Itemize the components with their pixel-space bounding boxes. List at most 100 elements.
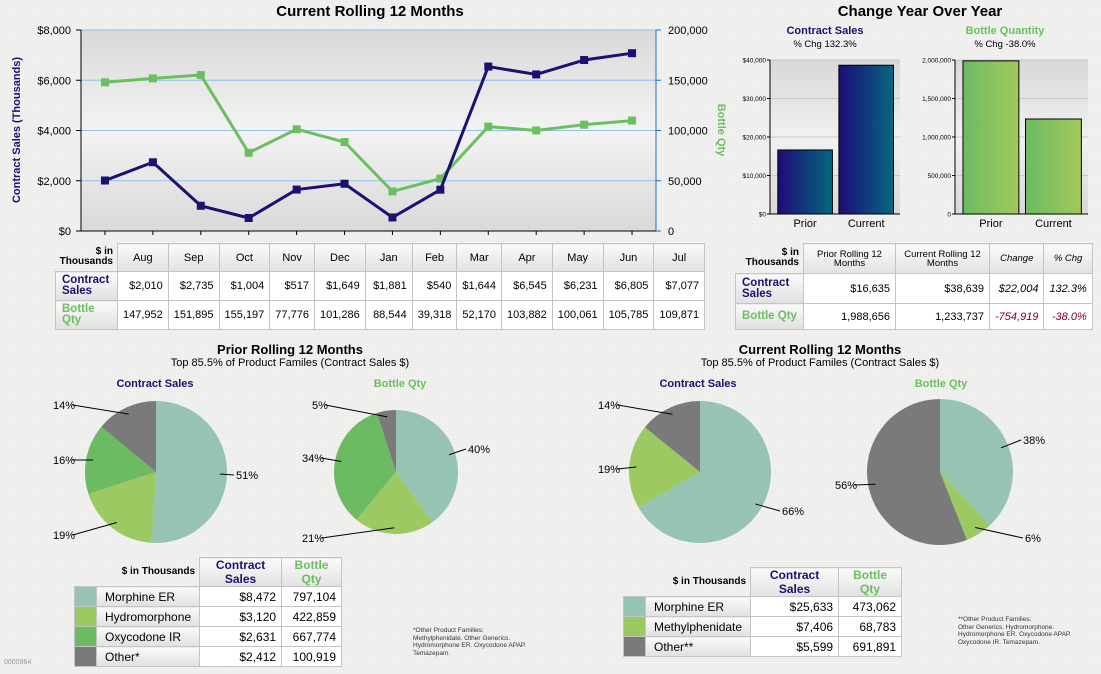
current-footnote: **Other Product Families: Other Generics.… [958,616,1072,646]
pie-value-label: 14% [53,400,75,412]
table-cell: $1,004 [218,271,271,301]
yoy-sales-title: Contract Sales [786,25,864,37]
y2-tick-label: 150,000 [668,75,708,87]
bottle-qty-point [580,120,589,129]
pie-leader-line [854,483,876,486]
bottle-qty-point [196,71,205,80]
bottle-qty-point [100,78,109,87]
table-cell: 132.3% [1043,273,1093,304]
month-header: May [551,243,604,272]
rolling-line-chart: $0 $2,000 $4,000 $6,000 $8,000 0 50,000 100,000… [11,25,727,238]
contract-sales-point [484,62,493,71]
table-cell: $6,545 [501,271,553,301]
pie-leader-line [72,404,129,415]
pie-value-label: 19% [598,464,620,476]
legend-row: Oxycodone IR $2,631 667,774 [74,626,343,647]
legend-cell: $7,406 [750,616,840,637]
legend-col-sales: Contract Sales [199,557,283,587]
row-label: Contract Sales [55,271,118,301]
table-cell: $540 [411,271,458,301]
table-cell: 101,286 [313,300,366,330]
legend-name: Hydromorphone [95,606,201,627]
table-cell: $6,231 [551,271,604,301]
legend-col-qty: Bottle Qty [838,567,903,597]
contract-sales-point [340,179,349,188]
legend-cell: $8,472 [199,586,283,607]
legend-row: Hydromorphone $3,120 422,859 [74,606,343,627]
morphine-er-swatch [623,596,646,617]
legend-cell: 797,104 [281,586,343,607]
table-cell: 39,318 [411,300,458,330]
legend-name: Oxycodone IR [95,626,201,647]
bottle-qty-point [148,74,157,83]
pie-leader-line [321,527,395,539]
qty-bar [1024,118,1082,215]
legend-name: Other* [95,646,201,667]
bottle-qty-point [244,148,253,157]
y-tick-label: $4,000 [37,126,71,138]
y-tick-label: $0 [59,226,71,238]
contract-sales-point [100,176,109,185]
table-cell: 77,776 [269,300,315,330]
table-cell: $6,805 [602,271,655,301]
other-swatch [74,646,97,667]
current-subtitle: Top 85.5% of Product Familes (Contract S… [700,357,940,369]
pie-value-label: 16% [53,455,75,467]
contract-sales-point [196,201,205,210]
x-tick-label: Current [1035,218,1072,230]
current-qty-pie-title: Bottle Qty [914,378,968,390]
rolling-data-table: $ in Thousands Aug Sep Oct Nov Dec Jan Fe… [55,243,706,330]
y-tick-label: $2,000 [37,176,71,188]
yoy-title: Change Year Over Year [837,3,1003,20]
pie-value-label: 19% [53,530,75,542]
month-header: Apr [501,243,553,272]
page-id: 0000864 [4,659,32,666]
y-tick-label: $20,000 [743,135,767,142]
table-cell: 103,882 [501,300,553,330]
month-header: Sep [167,243,220,272]
pie-leader-line [975,526,1024,539]
legend-name: Morphine ER [95,586,201,607]
legend-corner: $ in Thousands [672,576,747,588]
legend-cell: 100,919 [281,646,343,667]
table-cell: -754,919 [988,303,1045,330]
legend-cell: 422,859 [281,606,343,627]
row-label: Bottle Qty [735,303,804,330]
other-swatch [623,636,646,657]
y-tick-label: $30,000 [743,96,767,103]
contract-sales-point [388,213,397,222]
y-tick-label: 1,000,000 [922,135,951,142]
bottle-qty-point [484,122,493,131]
qty-bar [962,60,1020,215]
table-cell: 155,197 [218,300,271,330]
month-header: Jan [364,243,413,272]
month-header: Jul [653,243,706,272]
month-header: Feb [411,243,458,272]
pie-value-label: 56% [835,480,857,492]
hydromorphone-swatch [74,606,97,627]
morphine-er-swatch [74,586,97,607]
pie-value-label: 6% [1025,533,1041,545]
table-cell: 151,895 [167,300,220,330]
contract-sales-point [148,158,157,167]
table-cell: $7,077 [653,271,706,301]
month-header: Nov [269,243,315,272]
table-cell: $1,881 [364,271,413,301]
table-cell: 88,544 [364,300,413,330]
pie-value-label: 40% [468,444,490,456]
legend-name: Other** [644,636,752,657]
pie-value-label: 14% [598,400,620,412]
legend-cell: 473,062 [838,596,903,617]
month-header: Aug [117,243,169,272]
yoy-qty-subtitle: % Chg -38.0% [974,39,1036,50]
table-cell: $2,010 [117,271,169,301]
legend-cell: 667,774 [281,626,343,647]
legend-row: Morphine ER $8,472 797,104 [74,586,343,607]
x-tick-label: Current [848,218,885,230]
table-corner: $ in Thousands [59,246,113,268]
sales-bar [777,149,833,215]
y-tick-label: $6,000 [37,75,71,87]
legend-cell: $2,412 [199,646,283,667]
pie-value-label: 34% [302,453,324,465]
contract-sales-point [580,56,589,65]
